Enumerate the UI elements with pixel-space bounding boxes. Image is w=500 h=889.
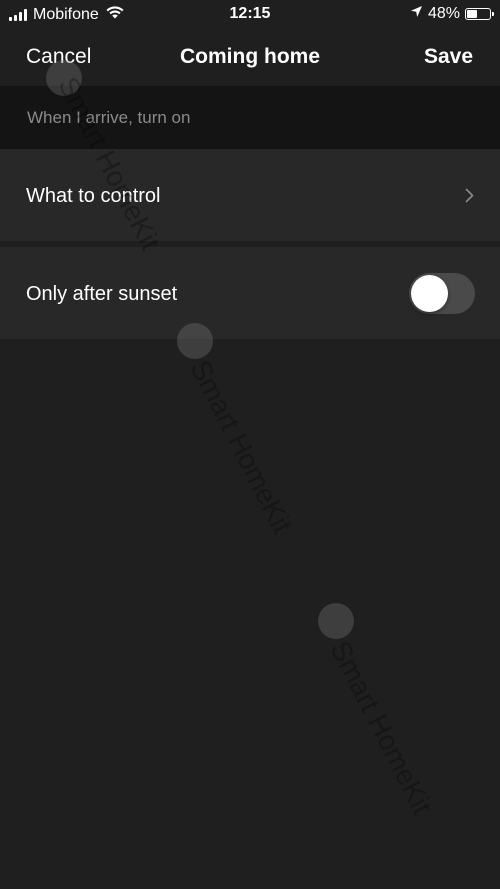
chevron-right-icon xyxy=(465,188,474,208)
location-arrow-icon xyxy=(410,5,423,23)
battery-fill xyxy=(467,10,477,18)
what-to-control-label: What to control xyxy=(26,185,161,207)
status-bar: Mobifone 12:15 48% xyxy=(0,0,500,30)
section-header: When I arrive, turn on xyxy=(0,86,500,149)
section-header-text: When I arrive, turn on xyxy=(27,108,191,127)
battery-icon xyxy=(465,8,494,20)
status-right: 48% xyxy=(410,5,494,23)
watermark-logo xyxy=(318,603,354,639)
watermark-text: Smart HomeKit xyxy=(184,355,299,539)
only-after-sunset-row: Only after sunset xyxy=(0,247,500,339)
navigation-bar: Cancel Coming home Save xyxy=(0,30,500,86)
watermark-text: Smart HomeKit xyxy=(324,636,439,820)
save-button[interactable]: Save xyxy=(424,45,473,69)
toggle-knob xyxy=(411,275,448,312)
what-to-control-row[interactable]: What to control xyxy=(0,149,500,241)
battery-percent: 48% xyxy=(427,5,460,22)
sunset-toggle[interactable] xyxy=(409,273,475,314)
only-after-sunset-label: Only after sunset xyxy=(26,283,178,305)
